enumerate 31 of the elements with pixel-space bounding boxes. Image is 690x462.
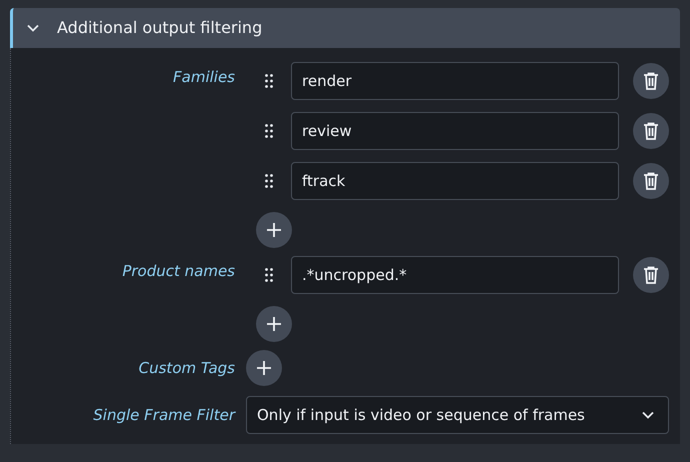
trash-icon xyxy=(643,122,659,140)
field-label: Custom Tags xyxy=(138,358,235,379)
drag-handle-icon[interactable] xyxy=(264,74,272,88)
plus-icon xyxy=(267,317,281,331)
field-label: Single Frame Filter xyxy=(93,404,235,426)
field-label: Families xyxy=(173,67,235,88)
delete-button[interactable] xyxy=(633,163,669,199)
drag-handle-icon[interactable] xyxy=(264,174,272,188)
plus-icon xyxy=(257,361,271,375)
delete-button[interactable] xyxy=(633,113,669,149)
delete-button[interactable] xyxy=(633,63,669,99)
chevron-icon xyxy=(27,24,39,32)
chevron-icon xyxy=(642,411,654,419)
drag-handle-icon[interactable] xyxy=(264,268,272,282)
text-field[interactable]: .*uncropped.* xyxy=(291,256,619,294)
delete-button[interactable] xyxy=(633,257,669,293)
trash-icon xyxy=(643,266,659,284)
section-header[interactable]: Additional output filtering xyxy=(10,8,680,48)
section-title: Additional output filtering xyxy=(57,17,262,39)
text-field[interactable]: ftrack xyxy=(291,162,619,200)
dropdown[interactable]: Only if input is video or sequence of frames xyxy=(246,396,669,434)
text-field[interactable]: render xyxy=(291,62,619,100)
add-button[interactable] xyxy=(246,350,282,386)
field-label: Product names xyxy=(122,261,235,282)
add-button[interactable] xyxy=(256,212,292,248)
trash-icon xyxy=(643,72,659,90)
plus-icon xyxy=(267,223,281,237)
drag-handle-icon[interactable] xyxy=(264,124,272,138)
text-field[interactable]: review xyxy=(291,112,619,150)
trash-icon xyxy=(643,172,659,190)
add-button[interactable] xyxy=(256,306,292,342)
